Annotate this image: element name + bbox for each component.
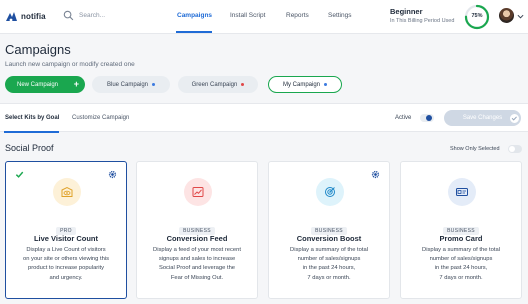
kit-card-conversion-boost[interactable]: BUSINESS Conversion Boost Display a summ… [268, 161, 390, 299]
save-check-icon [509, 113, 520, 124]
card-title: Conversion Feed [166, 234, 228, 243]
top-navigation: notifia Campaigns Install Script Reports… [0, 0, 528, 34]
brand-logo[interactable]: notifia [5, 11, 46, 22]
logo-icon [6, 12, 17, 22]
my-campaign-label: My Campaign [282, 81, 320, 88]
card-description: Display a Live Count of visitors on your … [22, 247, 110, 281]
card-icon [448, 178, 476, 206]
new-campaign-button[interactable]: New Campaign + [5, 76, 85, 93]
nav-link-reports[interactable]: Reports [286, 12, 309, 19]
active-toggle[interactable] [420, 114, 434, 122]
card-description: Display a summary of the total number of … [290, 247, 368, 281]
plan-info: Beginner In This Billing Period Used [390, 7, 454, 24]
chevron-down-icon[interactable] [517, 13, 524, 20]
search-box[interactable] [63, 10, 149, 21]
green-campaign-button[interactable]: Green Campaign [178, 76, 258, 93]
chart-icon [184, 178, 212, 206]
gear-icon[interactable] [371, 170, 380, 179]
card-title: Promo Card [439, 234, 483, 243]
tab-customize-campaign[interactable]: Customize Campaign [72, 115, 129, 121]
page-title: Campaigns [5, 42, 71, 57]
status-dot [324, 83, 327, 86]
plan-subtitle: In This Billing Period Used [390, 18, 455, 24]
active-nav-indicator [176, 31, 212, 33]
active-toggle-label: Active [395, 115, 412, 121]
usage-percent: 75% [471, 13, 483, 19]
nav-link-campaigns[interactable]: Campaigns [177, 12, 212, 19]
active-tab-indicator [4, 131, 59, 133]
eye-icon [53, 178, 81, 206]
checkmark-icon [15, 171, 24, 178]
show-only-selected-toggle[interactable] [508, 145, 522, 153]
blue-campaign-button[interactable]: Blue Campaign [92, 76, 170, 93]
card-title: Live Visitor Count [33, 234, 99, 243]
card-description: Display a summary of the total number of … [422, 247, 500, 281]
tab-bar: Select Kits by Goal Customize Campaign A… [0, 103, 528, 133]
new-campaign-label: New Campaign [17, 81, 59, 88]
brand-name: notifia [21, 12, 46, 21]
blue-campaign-label: Blue Campaign [106, 81, 149, 88]
kit-card-live-visitor-count[interactable]: PRO Live Visitor Count Display a Live Co… [5, 161, 127, 299]
card-description: Display a feed of your most recent signup… [153, 247, 241, 281]
green-campaign-label: Green Campaign [191, 81, 238, 88]
my-campaign-button[interactable]: My Campaign [268, 76, 342, 93]
section-title: Social Proof [5, 143, 54, 153]
save-changes-label: Save Changes [462, 115, 503, 121]
gear-icon[interactable] [108, 170, 117, 179]
page-subtitle: Launch new campaign or modify created on… [5, 61, 135, 68]
status-dot [152, 83, 156, 86]
status-dot [241, 83, 245, 86]
plan-name: Beginner [390, 7, 423, 16]
nav-link-install-script[interactable]: Install Script [230, 12, 265, 19]
tab-select-kits[interactable]: Select Kits by Goal [5, 115, 59, 121]
show-only-selected-label: Show Only Selected [450, 146, 500, 152]
plus-icon: + [73, 79, 79, 89]
search-input[interactable] [79, 12, 149, 19]
avatar[interactable] [499, 8, 514, 23]
nav-link-settings[interactable]: Settings [328, 12, 352, 19]
kit-card-conversion-feed[interactable]: BUSINESS Conversion Feed Display a feed … [136, 161, 258, 299]
card-title: Conversion Boost [296, 234, 362, 243]
search-icon [63, 10, 74, 21]
target-icon [316, 178, 344, 206]
kit-card-promo-card[interactable]: BUSINESS Promo Card Display a summary of… [400, 161, 522, 299]
